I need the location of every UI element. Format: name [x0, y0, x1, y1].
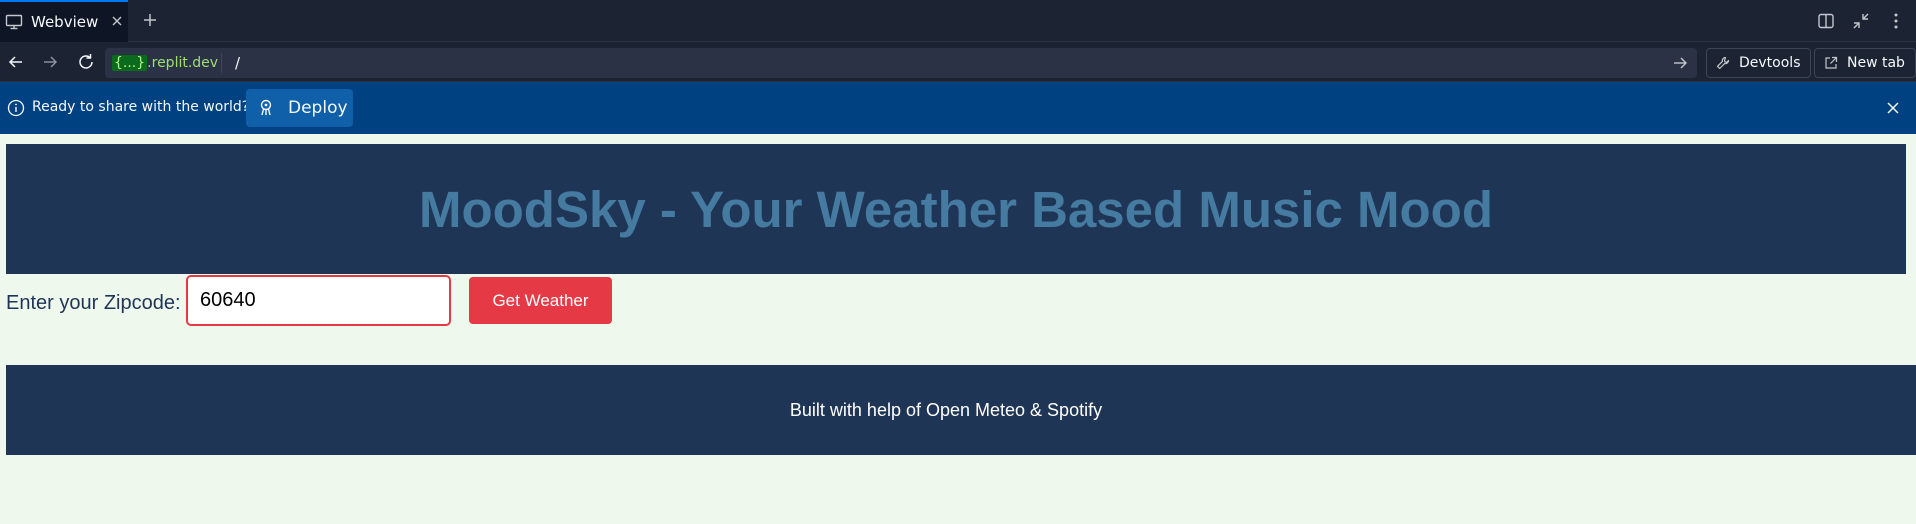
- url-path-input[interactable]: [229, 51, 1649, 75]
- close-icon[interactable]: [109, 13, 125, 29]
- zipcode-label: Enter your Zipcode:: [6, 292, 181, 314]
- app-footer: Built with help of Open Meteo & Spotify: [6, 365, 1916, 455]
- go-arrow-icon[interactable]: [1671, 54, 1689, 72]
- reload-icon[interactable]: [75, 51, 97, 73]
- page-title: MoodSky - Your Weather Based Music Mood: [419, 180, 1493, 238]
- info-icon: [7, 99, 25, 117]
- close-icon[interactable]: [1884, 99, 1902, 117]
- tab-webview[interactable]: Webview: [0, 0, 128, 42]
- domain-suffix: .replit.dev: [147, 55, 219, 71]
- tab-title: Webview: [31, 13, 99, 31]
- back-arrow-icon[interactable]: [5, 51, 27, 73]
- wrench-icon: [1716, 56, 1730, 70]
- deploy-icon: [260, 99, 272, 116]
- zipcode-input[interactable]: [186, 275, 451, 326]
- browser-url-bar: {...} .replit.dev Devtools New tab: [0, 42, 1916, 82]
- devtools-button[interactable]: Devtools: [1706, 48, 1812, 78]
- plus-icon[interactable]: [141, 11, 159, 29]
- new-tab-label: New tab: [1847, 55, 1905, 71]
- address-bar[interactable]: {...} .replit.dev: [105, 48, 1697, 78]
- forward-arrow-icon[interactable]: [39, 51, 61, 73]
- footer-text: Built with help of Open Meteo & Spotify: [789, 399, 1103, 420]
- more-vertical-icon[interactable]: [1886, 11, 1906, 31]
- app-header: MoodSky - Your Weather Based Music Mood: [6, 144, 1906, 274]
- webview-page: MoodSky - Your Weather Based Music Mood …: [0, 134, 1916, 524]
- external-link-icon: [1825, 56, 1838, 69]
- deploy-banner: Ready to share with the world? Deploy: [0, 82, 1916, 134]
- monitor-icon: [5, 14, 23, 30]
- banner-message: Ready to share with the world?: [32, 99, 250, 115]
- minimize-icon[interactable]: [1851, 11, 1871, 31]
- address-divider: [221, 53, 222, 73]
- split-view-icon[interactable]: [1816, 11, 1836, 31]
- browser-tab-bar: Webview: [0, 0, 1916, 42]
- get-weather-button[interactable]: Get Weather: [469, 277, 612, 324]
- new-tab-button[interactable]: New tab: [1814, 48, 1916, 78]
- domain-chip: {...} .replit.dev: [109, 52, 225, 74]
- deploy-button[interactable]: Deploy: [246, 89, 353, 127]
- deploy-label: Deploy: [288, 98, 348, 118]
- devtools-label: Devtools: [1739, 55, 1801, 71]
- domain-brace: {...}: [112, 55, 148, 71]
